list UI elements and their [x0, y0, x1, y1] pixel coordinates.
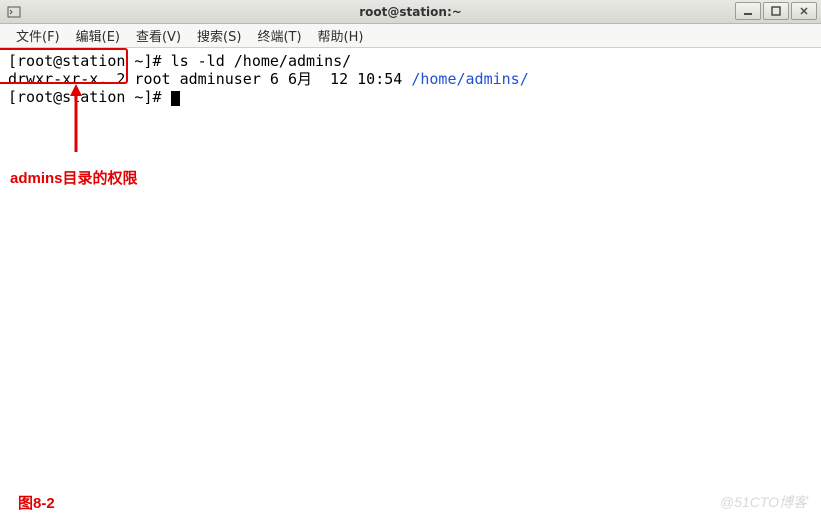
menubar: 文件(F) 编辑(E) 查看(V) 搜索(S) 终端(T) 帮助(H) [0, 24, 821, 48]
directory-path: /home/admins/ [411, 70, 528, 88]
menu-edit[interactable]: 编辑(E) [68, 24, 128, 47]
command-text: ls -ld /home/admins/ [171, 52, 352, 70]
menu-help[interactable]: 帮助(H) [310, 24, 372, 47]
window-titlebar: root@station:~ [0, 0, 821, 24]
terminal-line-2: drwxr-xr-x. 2 root adminuser 6 6月 12 10:… [8, 70, 813, 88]
terminal-line-1: [root@station ~]# ls -ld /home/admins/ [8, 52, 813, 70]
annotation-permissions: admins目录的权限 [10, 170, 138, 188]
minimize-button[interactable] [735, 2, 761, 20]
maximize-button[interactable] [763, 2, 789, 20]
menu-view[interactable]: 查看(V) [128, 24, 189, 47]
window-controls [734, 0, 821, 23]
menu-file[interactable]: 文件(F) [8, 24, 68, 47]
terminal-line-3: [root@station ~]# [8, 88, 813, 106]
cursor [171, 91, 180, 106]
watermark: @51CTO博客 [720, 493, 807, 511]
permissions-text: drwxr-xr-x. [8, 70, 107, 88]
window-title: root@station:~ [359, 5, 462, 19]
terminal-area[interactable]: [root@station ~]# ls -ld /home/admins/ d… [0, 48, 821, 519]
figure-label: 图8-2 [18, 495, 55, 513]
prompt: [root@station ~]# [8, 88, 171, 106]
menu-search[interactable]: 搜索(S) [189, 24, 249, 47]
menu-terminal[interactable]: 终端(T) [249, 24, 309, 47]
file-details: 2 root adminuser 6 6月 12 10:54 [107, 70, 411, 88]
close-button[interactable] [791, 2, 817, 20]
terminal-icon [6, 4, 22, 20]
prompt: [root@station ~]# [8, 52, 171, 70]
